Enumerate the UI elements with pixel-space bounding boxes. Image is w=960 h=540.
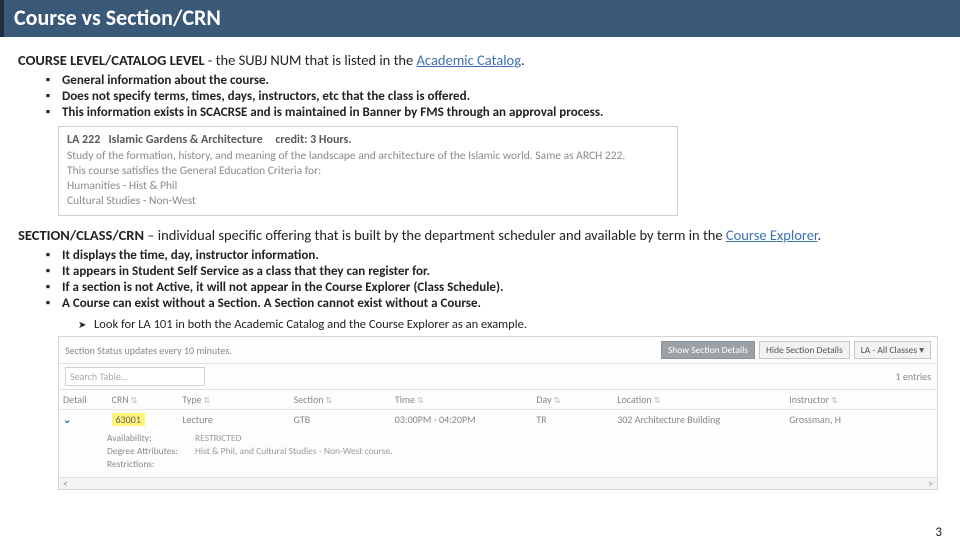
explorer-table: Detail CRN⇅ Type⇅ Section⇅ Time⇅ Day⇅ Lo… bbox=[59, 389, 937, 429]
class-filter-dropdown[interactable]: LA - All Classes ▾ bbox=[854, 341, 931, 359]
show-section-details-button[interactable]: Show Section Details bbox=[661, 341, 755, 359]
section-level-lead: SECTION/CLASS/CRN bbox=[18, 226, 144, 244]
list-item: A Course can exist without a Section. A … bbox=[46, 296, 942, 311]
slide-body: COURSE LEVEL/CATALOG LEVEL - the SUBJ NU… bbox=[0, 37, 960, 490]
title-bar: Course vs Section/CRN bbox=[0, 0, 960, 37]
subnote-item: Look for LA 101 in both the Academic Cat… bbox=[78, 317, 942, 332]
restrictions-label: Restrictions: bbox=[107, 458, 195, 470]
catalog-example-box: LA 222 Islamic Gardens & Architecture cr… bbox=[58, 126, 678, 216]
hide-section-details-button[interactable]: Hide Section Details bbox=[759, 341, 850, 359]
location-value: 302 Architecture Building bbox=[613, 410, 785, 430]
catalog-course-credit: credit: 3 Hours. bbox=[275, 133, 351, 147]
section-level-trail-prefix: – individual specific offering that is b… bbox=[144, 226, 726, 244]
catalog-gened-1: Humanities - Hist & Phil bbox=[67, 179, 669, 193]
course-level-heading: COURSE LEVEL/CATALOG LEVEL - the SUBJ NU… bbox=[18, 51, 942, 69]
col-location[interactable]: Location⇅ bbox=[613, 390, 785, 410]
search-input[interactable]: Search Table… bbox=[65, 367, 205, 386]
horizontal-scrollbar[interactable] bbox=[59, 477, 937, 489]
course-explorer-link[interactable]: Course Explorer bbox=[726, 226, 818, 244]
explorer-second-row: Search Table… 1 entries bbox=[59, 364, 937, 389]
sort-icon: ⇅ bbox=[131, 396, 138, 406]
degree-attr-value: Hist & Phil, and Cultural Studies - Non-… bbox=[195, 445, 393, 457]
expanded-details: Availability:RESTRICTED Degree Attribute… bbox=[59, 429, 937, 477]
explorer-status-text: Section Status updates every 10 minutes. bbox=[65, 344, 232, 357]
list-item: Does not specify terms, times, days, ins… bbox=[46, 89, 942, 104]
academic-catalog-link[interactable]: Academic Catalog bbox=[417, 51, 521, 69]
availability-label: Availability: bbox=[107, 432, 195, 444]
sort-icon: ⇅ bbox=[831, 396, 838, 406]
time-value: 03:00PM - 04:20PM bbox=[391, 410, 533, 430]
list-item: It appears in Student Self Service as a … bbox=[46, 264, 942, 279]
catalog-gened-2: Cultural Studies - Non-West bbox=[67, 194, 669, 208]
section-level-heading: SECTION/CLASS/CRN – individual specific … bbox=[18, 226, 942, 244]
type-value: Lecture bbox=[178, 410, 289, 430]
col-day[interactable]: Day⇅ bbox=[532, 390, 613, 410]
col-section[interactable]: Section⇅ bbox=[290, 390, 391, 410]
catalog-course-title: LA 222 Islamic Gardens & Architecture cr… bbox=[67, 133, 669, 147]
sort-icon: ⇅ bbox=[554, 396, 561, 406]
col-type[interactable]: Type⇅ bbox=[178, 390, 289, 410]
list-item: It displays the time, day, instructor in… bbox=[46, 248, 942, 263]
course-level-trail-suffix: . bbox=[521, 51, 525, 69]
col-detail[interactable]: Detail bbox=[59, 390, 108, 410]
table-header-row: Detail CRN⇅ Type⇅ Section⇅ Time⇅ Day⇅ Lo… bbox=[59, 390, 937, 410]
explorer-top-row: Section Status updates every 10 minutes.… bbox=[59, 337, 937, 364]
list-item: This information exists in SCACRSE and i… bbox=[46, 105, 942, 120]
catalog-gened-lead: This course satisfies the General Educat… bbox=[67, 164, 669, 178]
degree-attr-label: Degree Attributes: bbox=[107, 445, 195, 457]
chevron-down-icon[interactable]: ⌄ bbox=[63, 413, 71, 426]
col-instructor[interactable]: Instructor⇅ bbox=[785, 390, 937, 410]
list-item: If a section is not Active, it will not … bbox=[46, 280, 942, 295]
col-crn[interactable]: CRN⇅ bbox=[108, 390, 179, 410]
section-value: GTB bbox=[290, 410, 391, 430]
sort-icon: ⇅ bbox=[204, 396, 211, 406]
course-level-trail-prefix: - the SUBJ NUM that is listed in the bbox=[205, 51, 417, 69]
sort-icon: ⇅ bbox=[326, 396, 333, 406]
list-item: General information about the course. bbox=[46, 73, 942, 88]
day-value: TR bbox=[532, 410, 613, 430]
availability-value: RESTRICTED bbox=[195, 432, 241, 444]
table-row: ⌄ 63001 Lecture GTB 03:00PM - 04:20PM TR… bbox=[59, 410, 937, 430]
catalog-course-desc: Study of the formation, history, and mea… bbox=[67, 149, 669, 163]
catalog-course-code: LA 222 bbox=[67, 133, 100, 147]
course-level-lead: COURSE LEVEL/CATALOG LEVEL bbox=[18, 51, 205, 69]
course-level-bullets: General information about the course. Do… bbox=[18, 73, 942, 120]
section-level-bullets: It displays the time, day, instructor in… bbox=[18, 248, 942, 311]
col-time[interactable]: Time⇅ bbox=[391, 390, 533, 410]
section-level-trail-suffix: . bbox=[818, 226, 822, 244]
page-number: 3 bbox=[935, 525, 942, 540]
sort-icon: ⇅ bbox=[654, 396, 661, 406]
catalog-course-name: Islamic Gardens & Architecture bbox=[108, 133, 262, 147]
instructor-value: Grossman, H bbox=[785, 410, 937, 430]
slide-title: Course vs Section/CRN bbox=[14, 4, 950, 31]
crn-value[interactable]: 63001 bbox=[112, 413, 145, 426]
entries-count: 1 entries bbox=[896, 370, 931, 383]
sort-icon: ⇅ bbox=[417, 396, 424, 406]
section-level-subnote: Look for LA 101 in both the Academic Cat… bbox=[18, 317, 942, 332]
course-explorer-box: Section Status updates every 10 minutes.… bbox=[58, 336, 938, 490]
